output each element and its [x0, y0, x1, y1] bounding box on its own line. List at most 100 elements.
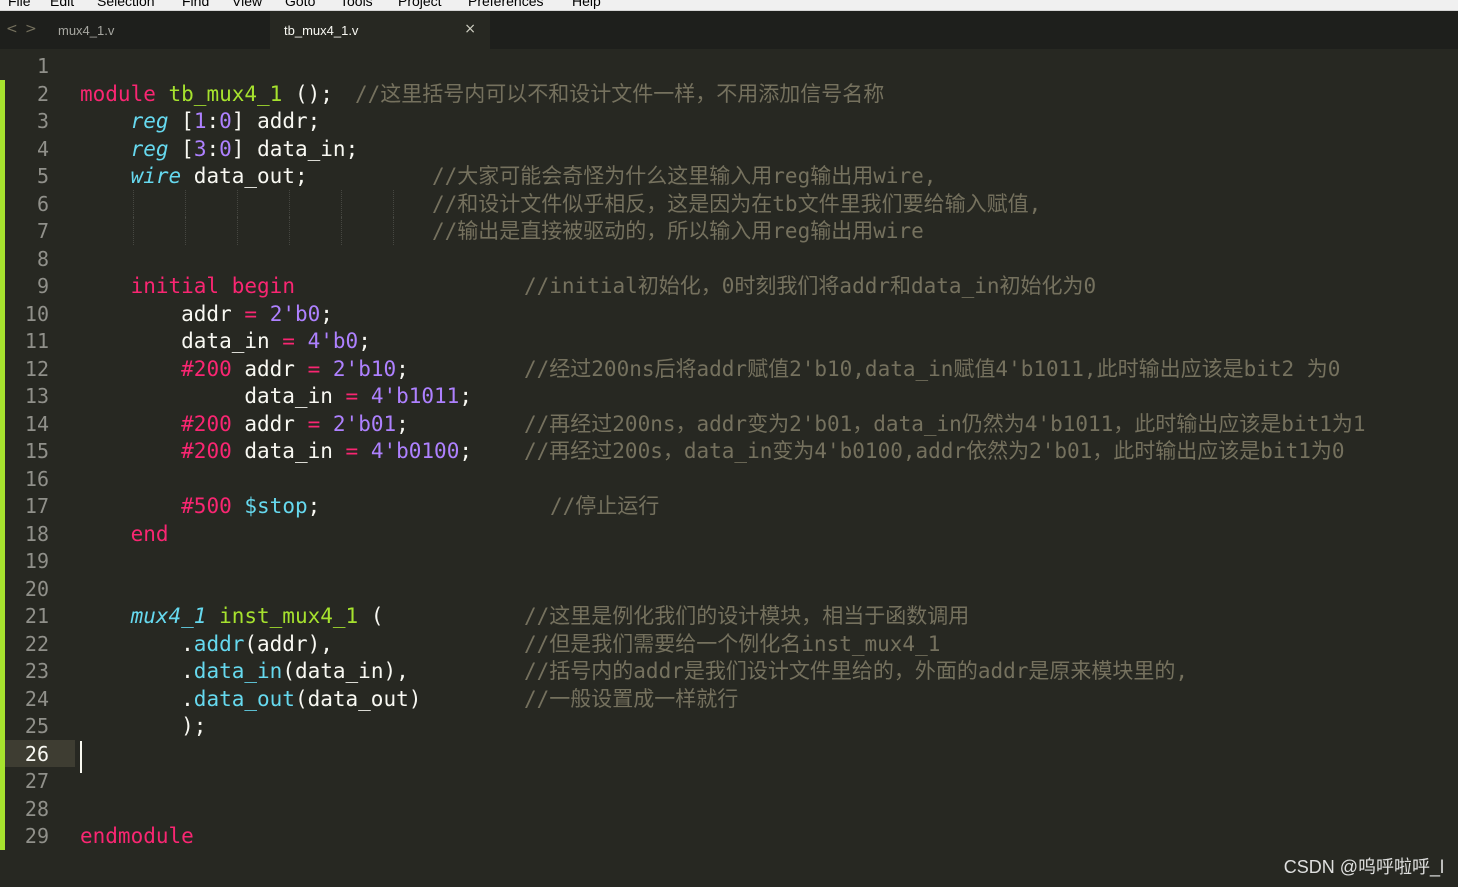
line-gutter: 21 — [0, 602, 75, 630]
code-line[interactable]: 5 wire data_out; //大家可能会奇怪为什么这里输入用reg输出用w… — [0, 162, 1458, 190]
line-gutter: 16 — [0, 464, 75, 492]
forward-arrow-icon[interactable]: > — [25, 21, 37, 37]
modified-marker — [0, 794, 5, 822]
code-line[interactable]: 11 data_in = 4'b0; — [0, 327, 1458, 355]
menu-bar: File Edit Selection Find View Goto Tools… — [0, 0, 1458, 11]
modified-marker — [0, 739, 5, 767]
code-line[interactable]: 13 data_in = 4'b1011; — [0, 382, 1458, 410]
code-text: data_in = 4'b1011; — [80, 384, 472, 408]
menu-preferences[interactable]: Preferences — [468, 0, 543, 9]
code-line[interactable]: 2 module tb_mux4_1 (); //这里括号内可以不和设计文件一样，不… — [0, 79, 1458, 107]
line-number: 21 — [24, 604, 49, 628]
code-line[interactable]: 23 .data_in(data_in), //括号内的addr是我们设计文件里给… — [0, 657, 1458, 685]
line-number: 28 — [24, 796, 49, 821]
line-number: 14 — [24, 411, 49, 436]
menu-project[interactable]: Project — [398, 0, 442, 9]
line-number: 13 — [24, 384, 49, 408]
code-line[interactable]: 3 reg [1:0] addr; — [0, 107, 1458, 135]
code-text: wire data_out; — [130, 164, 308, 188]
tab-tb-mux4-1[interactable]: tb_mux4_1.v × — [270, 11, 490, 49]
code-line[interactable]: 15 #200 data_in = 4'b0100; //再经过200s，data… — [0, 437, 1458, 465]
back-arrow-icon[interactable]: < — [6, 21, 18, 37]
line-number: 3 — [36, 109, 49, 133]
menu-help[interactable]: Help — [572, 0, 601, 9]
code-comment: //initial初始化，0时刻我们将addr和data_in初始化为0 — [524, 274, 1097, 298]
code-line[interactable]: 29 endmodule — [0, 822, 1458, 850]
modified-marker — [0, 217, 5, 245]
modified-marker — [0, 492, 5, 520]
line-gutter: 10 — [0, 299, 75, 327]
code-line[interactable]: 12 #200 addr = 2'b10; //经过200ns后将addr赋值2'… — [0, 354, 1458, 382]
tab-label: mux4_1.v — [58, 23, 115, 38]
code-line[interactable]: 6 //和设计文件似乎相反，这是因为在tb文件里我们要给输入赋值, — [0, 189, 1458, 217]
code-line[interactable]: 22 .addr(addr), //但是我们需要给一个例化名inst_mux4_1 — [0, 629, 1458, 657]
code-text: #500 $stop; — [181, 494, 321, 518]
indent-guide — [393, 217, 394, 245]
code-line[interactable]: 9 initial begin //initial初始化，0时刻我们将addr和d… — [0, 272, 1458, 300]
line-number: 2 — [36, 81, 49, 106]
indent-guide — [133, 189, 134, 217]
menu-view[interactable]: View — [232, 0, 262, 9]
menu-file[interactable]: File — [8, 0, 31, 9]
code-line[interactable]: 16 — [0, 464, 1458, 492]
line-gutter: 18 — [0, 519, 75, 547]
menu-goto[interactable]: Goto — [285, 0, 315, 9]
modified-marker — [0, 767, 5, 795]
code-line[interactable]: 1 — [0, 52, 1458, 80]
code-text: endmodule — [80, 824, 194, 848]
code-line[interactable]: 20 — [0, 574, 1458, 602]
indent-guide — [393, 189, 394, 217]
line-gutter: 8 — [0, 244, 75, 272]
code-line[interactable]: 4 reg [3:0] data_in; — [0, 134, 1458, 162]
line-gutter: 4 — [0, 134, 75, 162]
code-line[interactable]: 19 — [0, 547, 1458, 575]
menu-tools[interactable]: Tools — [340, 0, 373, 9]
modified-marker — [0, 684, 5, 712]
code-line[interactable]: 24 .data_out(data_out) //一般设置成一样就行 — [0, 684, 1458, 712]
indent-guide — [341, 217, 342, 245]
line-gutter: 15 — [0, 437, 75, 465]
menu-selection[interactable]: Selection — [97, 0, 155, 9]
modified-marker — [0, 189, 5, 217]
code-line[interactable]: 28 — [0, 794, 1458, 822]
code-line[interactable]: 26 — [0, 739, 1458, 773]
code-line[interactable]: 18 end — [0, 519, 1458, 547]
code-line[interactable]: 14 #200 addr = 2'b01; //再经过200ns，addr变为2'… — [0, 409, 1458, 437]
code-line[interactable]: 8 — [0, 244, 1458, 272]
code-line[interactable]: 27 — [0, 767, 1458, 795]
menu-find[interactable]: Find — [182, 0, 209, 9]
menu-edit[interactable]: Edit — [50, 0, 74, 9]
line-gutter: 14 — [0, 409, 75, 437]
modified-marker — [0, 712, 5, 740]
modified-marker — [0, 602, 5, 630]
code-comment: //和设计文件似乎相反，这是因为在tb文件里我们要给输入赋值, — [432, 191, 1042, 216]
line-gutter: 5 — [0, 162, 75, 190]
code-comment: //停止运行 — [550, 494, 660, 518]
line-gutter: 19 — [0, 547, 75, 575]
modified-marker — [0, 822, 5, 850]
code-line[interactable]: 25 ); — [0, 712, 1458, 740]
code-text: #200 addr = 2'b01; — [181, 411, 409, 436]
code-text: addr = 2'b0; — [80, 301, 333, 326]
code-line[interactable]: 21 mux4_1 inst_mux4_1 (//这里是例化我们的设计模块，相当… — [0, 602, 1458, 630]
code-comment: //这里是例化我们的设计模块，相当于函数调用 — [524, 604, 970, 628]
modified-marker — [0, 107, 5, 135]
indent-guide — [237, 189, 238, 217]
code-line[interactable]: 17 #500 $stop; //停止运行 — [0, 492, 1458, 520]
line-number: 7 — [36, 219, 49, 243]
code-text: module tb_mux4_1 (); — [80, 81, 333, 106]
code-line[interactable]: 10 addr = 2'b0; — [0, 299, 1458, 327]
tab-mux4-1[interactable]: mux4_1.v — [44, 11, 268, 49]
line-gutter: 6 — [0, 189, 75, 217]
line-gutter: 2 — [0, 79, 75, 107]
code-editor[interactable]: 1 2 module tb_mux4_1 ();//这里括号内可以不和设计文件一样，… — [0, 52, 1458, 887]
modified-marker — [0, 79, 5, 107]
close-icon[interactable]: × — [464, 21, 476, 37]
line-gutter: 25 — [0, 712, 75, 740]
code-line[interactable]: 7 //输出是直接被驱动的，所以输入用reg输出用wire — [0, 217, 1458, 245]
indent-guide — [237, 217, 238, 245]
line-gutter: 20 — [0, 574, 75, 602]
indent-guide — [341, 189, 342, 217]
line-gutter: 17 — [0, 492, 75, 520]
line-number: 17 — [24, 494, 49, 518]
